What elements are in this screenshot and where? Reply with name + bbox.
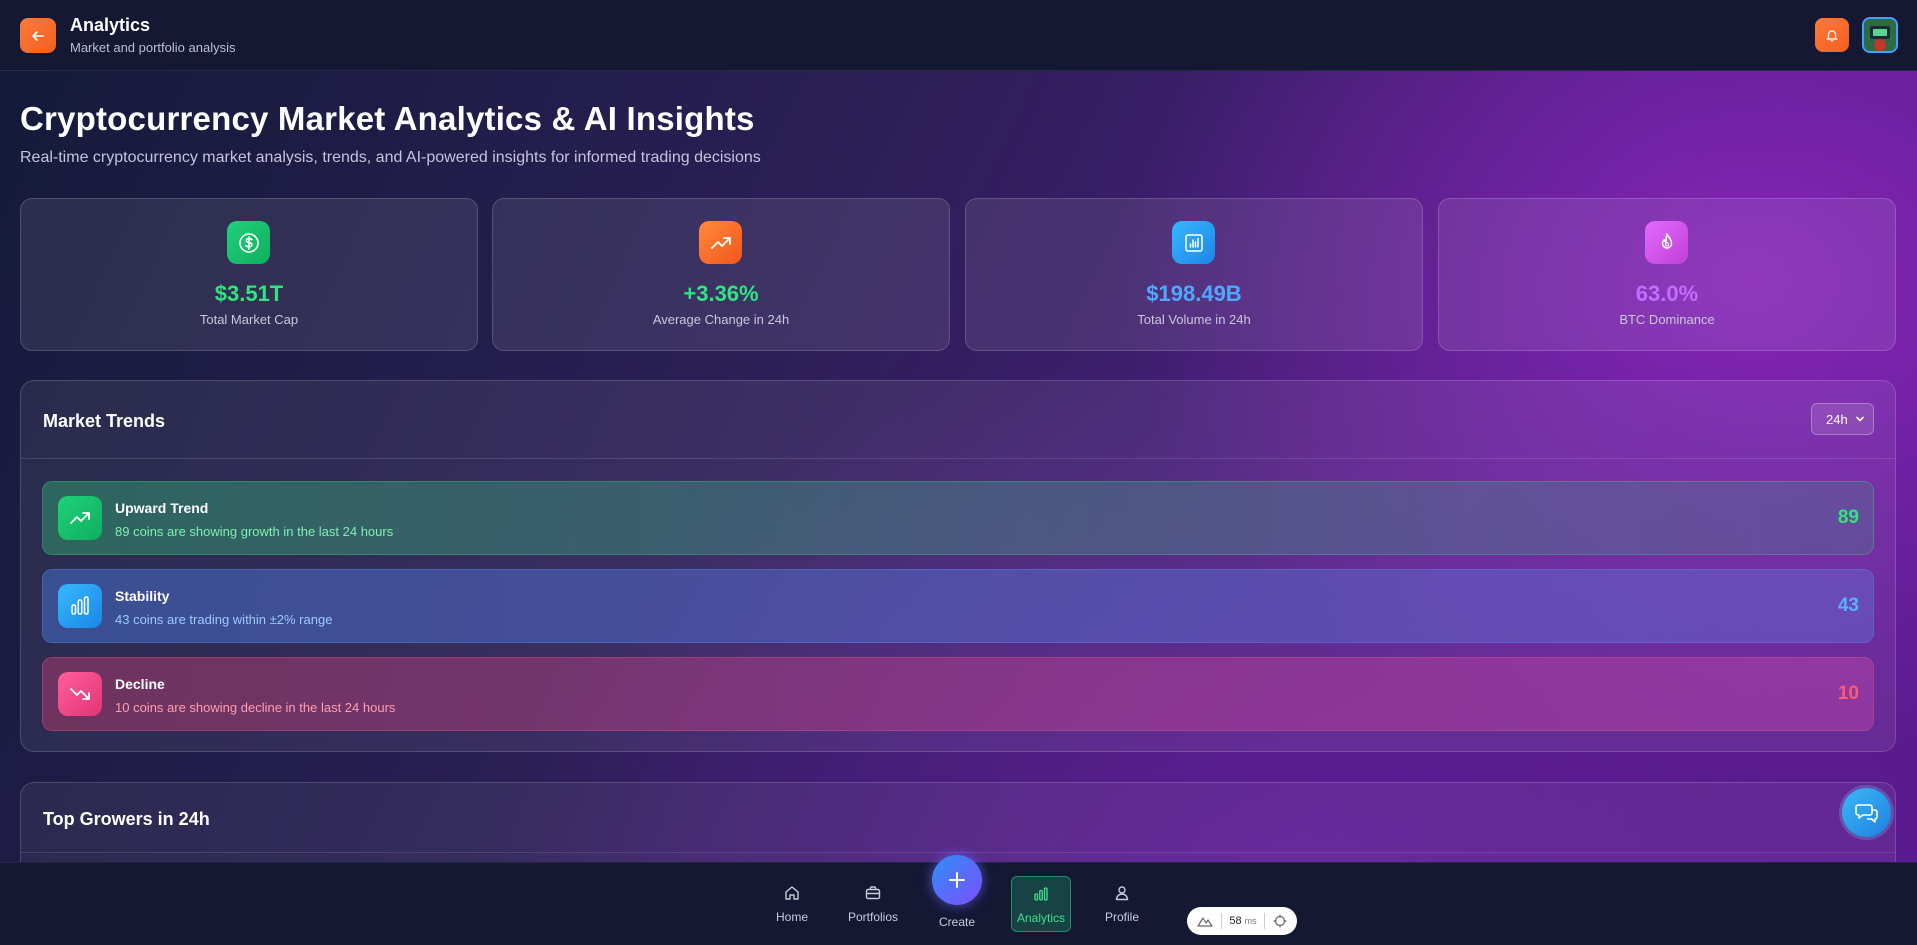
chat-button[interactable]	[1842, 788, 1891, 837]
nav-label: Profile	[1104, 910, 1139, 924]
stat-card-total-volume: $198.49B Total Volume in 24h	[965, 198, 1423, 351]
stat-value: $198.49B	[1146, 281, 1242, 306]
stat-label: Average Change in 24h	[652, 312, 790, 327]
home-icon	[785, 886, 799, 900]
flame-icon	[1645, 221, 1688, 264]
trend-count: 89	[1837, 507, 1859, 528]
time-range-select[interactable]: 24h	[1811, 403, 1874, 435]
stat-card-market-cap: $3.51T Total Market Cap	[20, 198, 478, 351]
plus-icon	[949, 872, 965, 888]
avatar-image-icon	[1864, 19, 1896, 51]
divider	[1264, 913, 1266, 929]
header-subtitle: Market and portfolio analysis	[70, 40, 236, 55]
latency-readout: 58 ms	[1229, 915, 1256, 927]
briefcase-icon	[865, 886, 881, 900]
trend-name: Upward Trend	[115, 500, 209, 516]
stat-value: 63.0%	[1635, 281, 1699, 306]
dollar-icon	[227, 221, 270, 264]
back-button[interactable]	[20, 18, 56, 53]
chat-icon	[1854, 803, 1878, 823]
trend-count: 43	[1837, 595, 1859, 616]
trend-row-stability: Stability 43 coins are trading within ±2…	[42, 569, 1874, 643]
stat-label: BTC Dominance	[1619, 312, 1715, 327]
bar-chart-icon	[1172, 221, 1215, 264]
page-subtitle: Real-time cryptocurrency market analysis…	[20, 149, 761, 166]
stat-value: +3.36%	[683, 281, 759, 306]
user-icon	[1115, 886, 1129, 901]
notifications-button[interactable]	[1815, 18, 1849, 52]
mountain-icon	[1197, 917, 1213, 927]
divider	[21, 458, 1895, 459]
stat-label: Total Market Cap	[199, 312, 299, 327]
latency-indicator[interactable]: 58 ms	[1187, 907, 1297, 935]
trending-up-icon	[58, 496, 102, 540]
trend-row-upward: Upward Trend 89 coins are showing growth…	[42, 481, 1874, 555]
bar-chart-icon	[58, 584, 102, 628]
bell-icon	[1826, 30, 1838, 42]
page-title: Cryptocurrency Market Analytics & AI Ins…	[20, 100, 755, 137]
header-title: Analytics	[70, 15, 151, 35]
nav-label: Portfolios	[847, 910, 899, 924]
time-range-value: 24h	[1826, 411, 1848, 427]
nav-home[interactable]: Home	[762, 876, 822, 932]
market-trends-title: Market Trends	[43, 411, 166, 431]
nav-analytics[interactable]: Analytics	[1011, 876, 1071, 932]
trending-down-icon	[58, 672, 102, 716]
trend-row-decline: Decline 10 coins are showing decline in …	[42, 657, 1874, 731]
stat-label: Total Volume in 24h	[1137, 312, 1251, 327]
app-header: Analytics Market and portfolio analysis	[0, 0, 1917, 71]
create-button[interactable]	[932, 855, 982, 905]
nav-portfolios[interactable]: Portfolios	[843, 876, 903, 932]
arrow-left-icon	[32, 30, 44, 41]
nav-label: Analytics	[1016, 911, 1066, 925]
trend-description: 10 coins are showing decline in the last…	[115, 700, 396, 715]
nav-label: Home	[775, 910, 808, 924]
trend-name: Stability	[115, 588, 170, 604]
top-growers-title: Top Growers in 24h	[43, 809, 210, 829]
create-label: Create	[938, 915, 976, 929]
trend-count: 10	[1837, 683, 1859, 704]
trend-name: Decline	[115, 676, 165, 692]
divider	[1220, 913, 1222, 929]
stat-card-btc-dominance: 63.0% BTC Dominance	[1438, 198, 1896, 351]
nav-profile[interactable]: Profile	[1092, 876, 1152, 932]
bar-chart-icon	[1034, 887, 1048, 901]
chevron-down-icon	[1856, 416, 1864, 422]
trend-description: 43 coins are trading within ±2% range	[115, 612, 333, 627]
crosshair-icon	[1273, 914, 1287, 928]
latency-value: 58	[1229, 915, 1242, 927]
trend-description: 89 coins are showing growth in the last …	[115, 524, 394, 539]
user-avatar[interactable]	[1862, 17, 1898, 53]
market-trends-panel: Market Trends 24h Upward Trend 89 coins …	[20, 380, 1896, 752]
stat-value: $3.51T	[214, 281, 284, 306]
trending-up-icon	[699, 221, 742, 264]
latency-unit: ms	[1244, 916, 1257, 926]
divider	[21, 852, 1895, 853]
stat-card-average-change: +3.36% Average Change in 24h	[492, 198, 950, 351]
